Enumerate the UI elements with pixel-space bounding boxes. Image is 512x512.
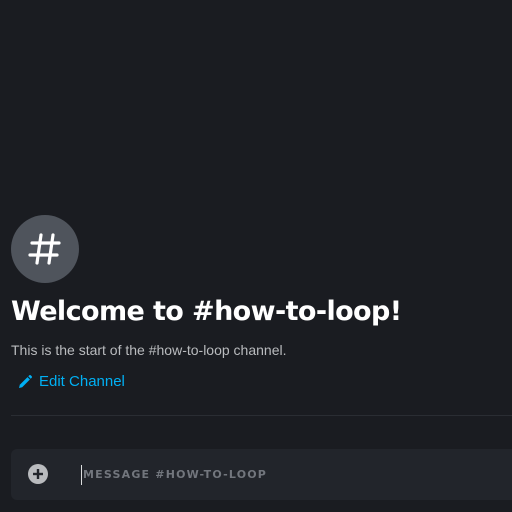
text-caret (81, 465, 82, 485)
channel-avatar (11, 215, 79, 283)
attach-button[interactable] (28, 464, 48, 484)
pencil-icon (17, 374, 33, 390)
welcome-title: Welcome to #how-to-loop! (11, 296, 402, 327)
edit-channel-link[interactable]: Edit Channel (17, 372, 125, 392)
chat-view: Welcome to #how-to-loop! This is the sta… (0, 0, 512, 512)
hashtag-icon (25, 229, 65, 269)
edit-channel-label: Edit Channel (39, 373, 125, 390)
divider (11, 415, 512, 416)
plus-circle-icon (28, 464, 48, 484)
channel-description: This is the start of the #how-to-loop ch… (11, 342, 287, 358)
message-composer (11, 449, 512, 500)
message-input[interactable] (83, 459, 493, 490)
